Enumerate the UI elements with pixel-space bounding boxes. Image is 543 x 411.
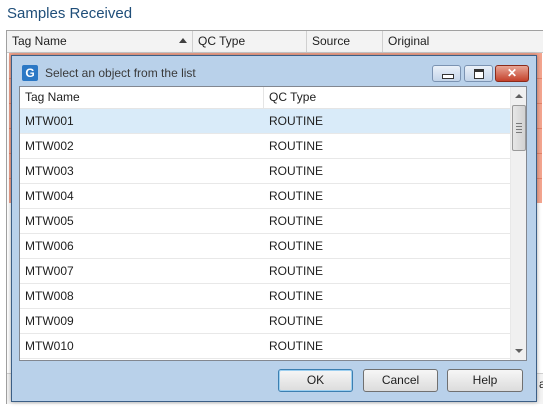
qc-type-cell: ROUTINE xyxy=(269,114,323,128)
list-item[interactable]: MTW007 ROUTINE xyxy=(20,259,510,284)
grip-line xyxy=(516,129,522,130)
samples-grid-header: Tag Name QC Type Source Original xyxy=(7,31,543,53)
object-list: Tag Name QC Type MTW001 ROUTINE MTW002 R… xyxy=(19,86,527,361)
tag-name-cell: MTW002 xyxy=(25,139,74,153)
app-g-icon: G xyxy=(22,65,38,81)
scrollbar-thumb[interactable] xyxy=(512,105,526,151)
tag-name-cell: MTW001 xyxy=(25,114,74,128)
help-button[interactable]: Help xyxy=(447,369,523,392)
truncated-label: alt xyxy=(539,377,543,391)
grip-line xyxy=(516,126,522,127)
list-item[interactable]: MTW009 ROUTINE xyxy=(20,309,510,334)
qc-type-cell: ROUTINE xyxy=(269,289,323,303)
select-object-dialog: G Select an object from the list ✕ Tag N… xyxy=(11,55,537,402)
grip-line xyxy=(516,132,522,133)
list-header: Tag Name QC Type xyxy=(20,87,510,109)
list-item[interactable]: MTW010 ROUTINE xyxy=(20,334,510,359)
dialog-title: Select an object from the list xyxy=(45,66,196,80)
vertical-scrollbar[interactable] xyxy=(510,87,526,360)
sort-ascending-icon xyxy=(179,38,187,43)
qc-type-cell: ROUTINE xyxy=(269,189,323,203)
dialog-titlebar[interactable]: G Select an object from the list ✕ xyxy=(12,56,536,86)
list-item[interactable]: MTW002 ROUTINE xyxy=(20,134,510,159)
cancel-button[interactable]: Cancel xyxy=(363,369,438,392)
tag-name-cell: MTW005 xyxy=(25,214,74,228)
column-header-label: Tag Name xyxy=(12,34,67,48)
qc-type-cell: ROUTINE xyxy=(269,314,323,328)
list-item[interactable]: MTW005 ROUTINE xyxy=(20,209,510,234)
qc-type-cell: ROUTINE xyxy=(269,239,323,253)
list-column-tag-name[interactable]: Tag Name xyxy=(25,87,80,108)
close-icon: ✕ xyxy=(506,66,518,80)
column-header-label: Original xyxy=(388,34,430,48)
list-item[interactable]: MTW003 ROUTINE xyxy=(20,159,510,184)
qc-type-cell: ROUTINE xyxy=(269,339,323,353)
list-item[interactable]: MTW006 ROUTINE xyxy=(20,234,510,259)
column-divider xyxy=(263,87,264,108)
close-button[interactable]: ✕ xyxy=(495,65,529,82)
tag-name-cell: MTW010 xyxy=(25,339,74,353)
arrow-up-icon xyxy=(515,94,523,98)
qc-type-cell: ROUTINE xyxy=(269,164,323,178)
list-item[interactable]: MTW004 ROUTINE xyxy=(20,184,510,209)
qc-type-cell: ROUTINE xyxy=(269,264,323,278)
column-header-label: QC Type xyxy=(198,34,246,48)
panel-title: Samples Received xyxy=(7,5,133,22)
list-rows: MTW001 ROUTINE MTW002 ROUTINE MTW003 ROU… xyxy=(20,109,510,359)
tag-name-cell: MTW008 xyxy=(25,289,74,303)
arrow-down-icon xyxy=(515,349,523,353)
column-header-source[interactable]: Source xyxy=(307,31,383,52)
list-column-qc-type[interactable]: QC Type xyxy=(269,87,316,108)
qc-type-cell: ROUTINE xyxy=(269,139,323,153)
ok-button[interactable]: OK xyxy=(278,369,353,392)
column-header-qc-type[interactable]: QC Type xyxy=(193,31,307,52)
tag-name-cell: MTW004 xyxy=(25,189,74,203)
minimize-icon xyxy=(442,74,454,79)
scroll-down-button[interactable] xyxy=(511,343,526,359)
maximize-button[interactable] xyxy=(464,65,493,82)
maximize-icon xyxy=(474,69,484,79)
minimize-button[interactable] xyxy=(432,65,461,82)
tag-name-cell: MTW006 xyxy=(25,239,74,253)
list-item[interactable]: MTW008 ROUTINE xyxy=(20,284,510,309)
grip-line xyxy=(516,123,522,124)
scroll-up-button[interactable] xyxy=(511,88,526,104)
column-header-original[interactable]: Original xyxy=(383,31,543,52)
tag-name-cell: MTW007 xyxy=(25,264,74,278)
tag-name-cell: MTW009 xyxy=(25,314,74,328)
qc-type-cell: ROUTINE xyxy=(269,214,323,228)
column-header-label: Source xyxy=(312,34,351,48)
list-item[interactable]: MTW001 ROUTINE xyxy=(20,109,510,134)
tag-name-cell: MTW003 xyxy=(25,164,74,178)
column-header-tag-name[interactable]: Tag Name xyxy=(7,31,193,52)
